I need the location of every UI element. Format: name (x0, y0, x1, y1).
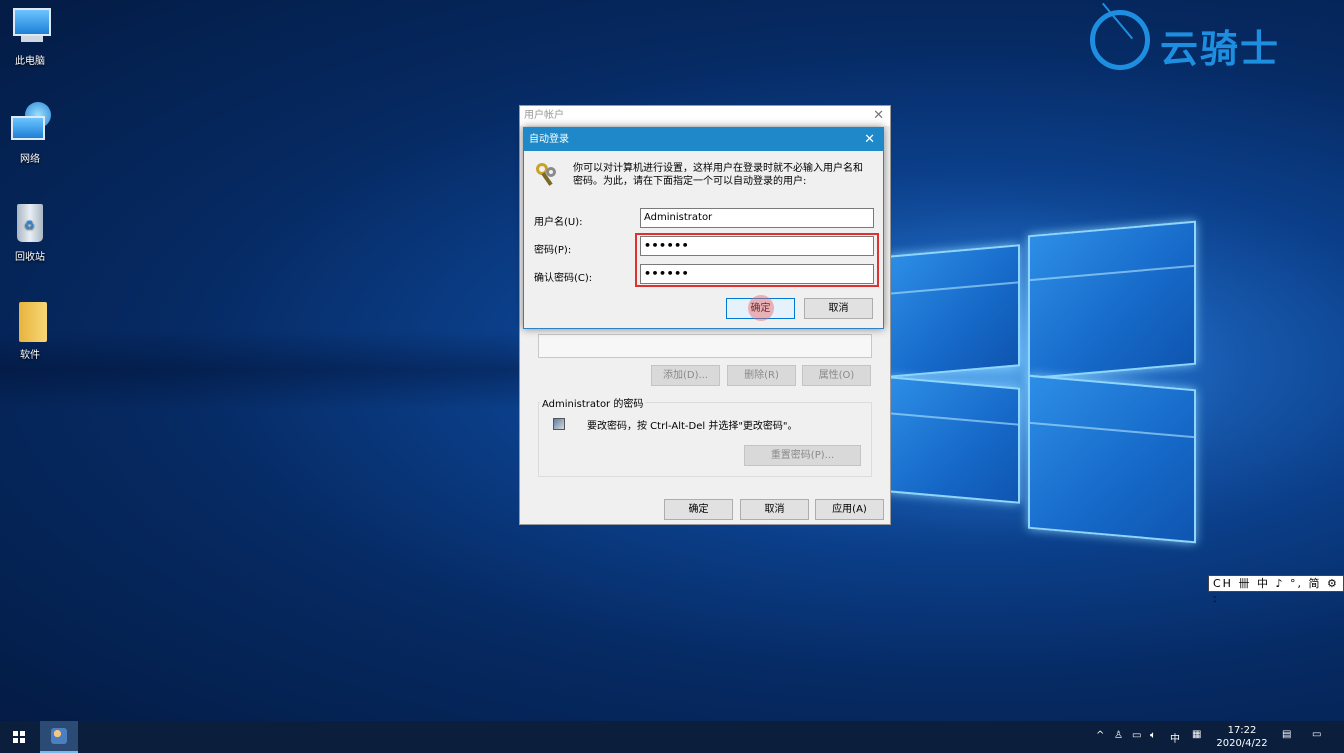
desktop-icon-label: 软件 (20, 350, 40, 361)
username-label: 用户名(U): (534, 217, 583, 228)
recycle-bin-icon: ♻ (7, 200, 53, 244)
click-indicator (748, 295, 774, 321)
chevron-up-icon[interactable]: ^ (1096, 730, 1104, 741)
desktop-icon-label: 网络 (20, 154, 40, 165)
description-text: 你可以对计算机进行设置，这样用户在登录时就不必输入用户名和密码。为此，请在下面指… (573, 163, 863, 187)
highlight-box (635, 233, 879, 287)
input-language[interactable]: 中 (1170, 730, 1180, 745)
knight-icon (1090, 10, 1150, 70)
watermark-text: 云骑士 (1160, 27, 1281, 71)
properties-button[interactable]: 属性(O) (802, 365, 871, 386)
clock[interactable]: 17:22 2020/4/22 (1212, 724, 1272, 750)
clock-time: 17:22 (1227, 725, 1257, 736)
dialog-title: 自动登录 (529, 134, 569, 145)
user-list-box (538, 334, 872, 358)
notes-icon[interactable]: ▤ (1282, 729, 1291, 740)
auto-login-dialog: 自动登录 ✕ 你可以对计算机进行设置，这样用户在登录时就不必输入用户名和密码。为… (523, 127, 884, 329)
desktop-icon-software-folder[interactable]: 软件 (0, 298, 60, 361)
users-key-icon (553, 418, 565, 430)
desktop-icon-label: 此电脑 (15, 56, 45, 67)
password-label: 密码(P): (534, 245, 572, 256)
desktop-icon-this-pc[interactable]: 此电脑 (0, 4, 60, 67)
remove-button[interactable]: 删除(R) (727, 365, 796, 386)
people-icon[interactable]: ♙ (1114, 730, 1123, 741)
reset-password-button[interactable]: 重置密码(P)... (744, 445, 861, 466)
desktop-icon-recycle-bin[interactable]: ♻ 回收站 (0, 200, 60, 263)
confirm-password-label: 确认密码(C): (534, 273, 593, 284)
clock-date: 2020/4/22 (1216, 738, 1268, 749)
password-group-title: Administrator 的密码 (540, 395, 646, 410)
network-icon (7, 102, 53, 146)
ok-button[interactable]: 确定 (664, 499, 733, 520)
ime-toolbar[interactable]: CH 卌 中 ♪ °, 简 ⚙ : (1208, 575, 1344, 605)
taskbar-app-user-accounts[interactable] (40, 721, 78, 753)
volume-icon[interactable]: 🔈︎ (1150, 730, 1156, 741)
windows-start-icon (13, 731, 25, 743)
windows-logo-pane-br (1028, 374, 1196, 544)
network-tray-icon[interactable]: ▭ (1132, 730, 1141, 741)
folder-icon (7, 298, 53, 342)
apply-button[interactable]: 应用(A) (815, 499, 884, 520)
watermark-logo: 云骑士 (1090, 2, 1330, 80)
cancel-button[interactable]: 取消 (740, 499, 809, 520)
cancel-button[interactable]: 取消 (804, 298, 873, 319)
action-center-icon[interactable]: ▭ (1312, 729, 1321, 740)
keys-icon (534, 161, 560, 187)
windows-logo-pane-tl (888, 244, 1020, 378)
windows-logo-pane-bl (888, 376, 1020, 504)
windows-logo-pane-tr (1028, 220, 1196, 380)
username-input[interactable]: Administrator (640, 208, 874, 228)
close-icon[interactable]: ✕ (864, 128, 875, 151)
dialog-title: 用户帐户 (520, 106, 890, 126)
password-hint: 要改密码，按 Ctrl-Alt-Del 并选择"更改密码"。 (587, 421, 798, 432)
close-icon[interactable]: ✕ (873, 106, 884, 126)
desktop-icon-network[interactable]: 网络 (0, 102, 60, 165)
ime-grid-icon[interactable]: ▦ (1192, 729, 1201, 740)
users-icon (51, 728, 67, 744)
add-button[interactable]: 添加(D)... (651, 365, 720, 386)
desktop-icon-label: 回收站 (15, 252, 45, 263)
computer-icon (7, 4, 53, 48)
start-button[interactable] (0, 721, 38, 753)
taskbar: ^ ♙ ▭ 🔈︎ 中 ▦ 17:22 2020/4/22 ▤ ▭ (0, 721, 1344, 753)
